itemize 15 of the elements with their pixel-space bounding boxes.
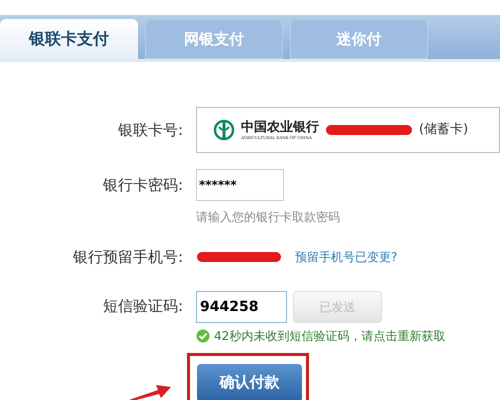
- field-label: 银行卡密码:: [102, 174, 183, 196]
- phone-changed-link[interactable]: 预留手机号已变更?: [295, 248, 398, 266]
- confirm-payment-button[interactable]: 确认付款: [197, 364, 302, 400]
- password-field[interactable]: ******: [196, 169, 284, 201]
- tab[interactable]: 银联卡支付: [0, 19, 138, 59]
- sms-code-field[interactable]: 944258: [196, 290, 287, 322]
- sms-notice: 42秒内未收到短信验证码，请点击重新获取: [214, 328, 446, 344]
- bank-name: 中国农业银行: [241, 120, 319, 134]
- check-icon: [196, 328, 210, 342]
- field-label: 短信验证码:: [102, 296, 183, 318]
- password-hint: 请输入您的银行卡取款密码: [196, 210, 340, 224]
- bank-logo-icon: [213, 119, 235, 141]
- card-type: (储蓄卡): [419, 121, 468, 140]
- field-label: 银行预留手机号:: [72, 247, 183, 268]
- field-label: 银联卡号:: [116, 120, 183, 141]
